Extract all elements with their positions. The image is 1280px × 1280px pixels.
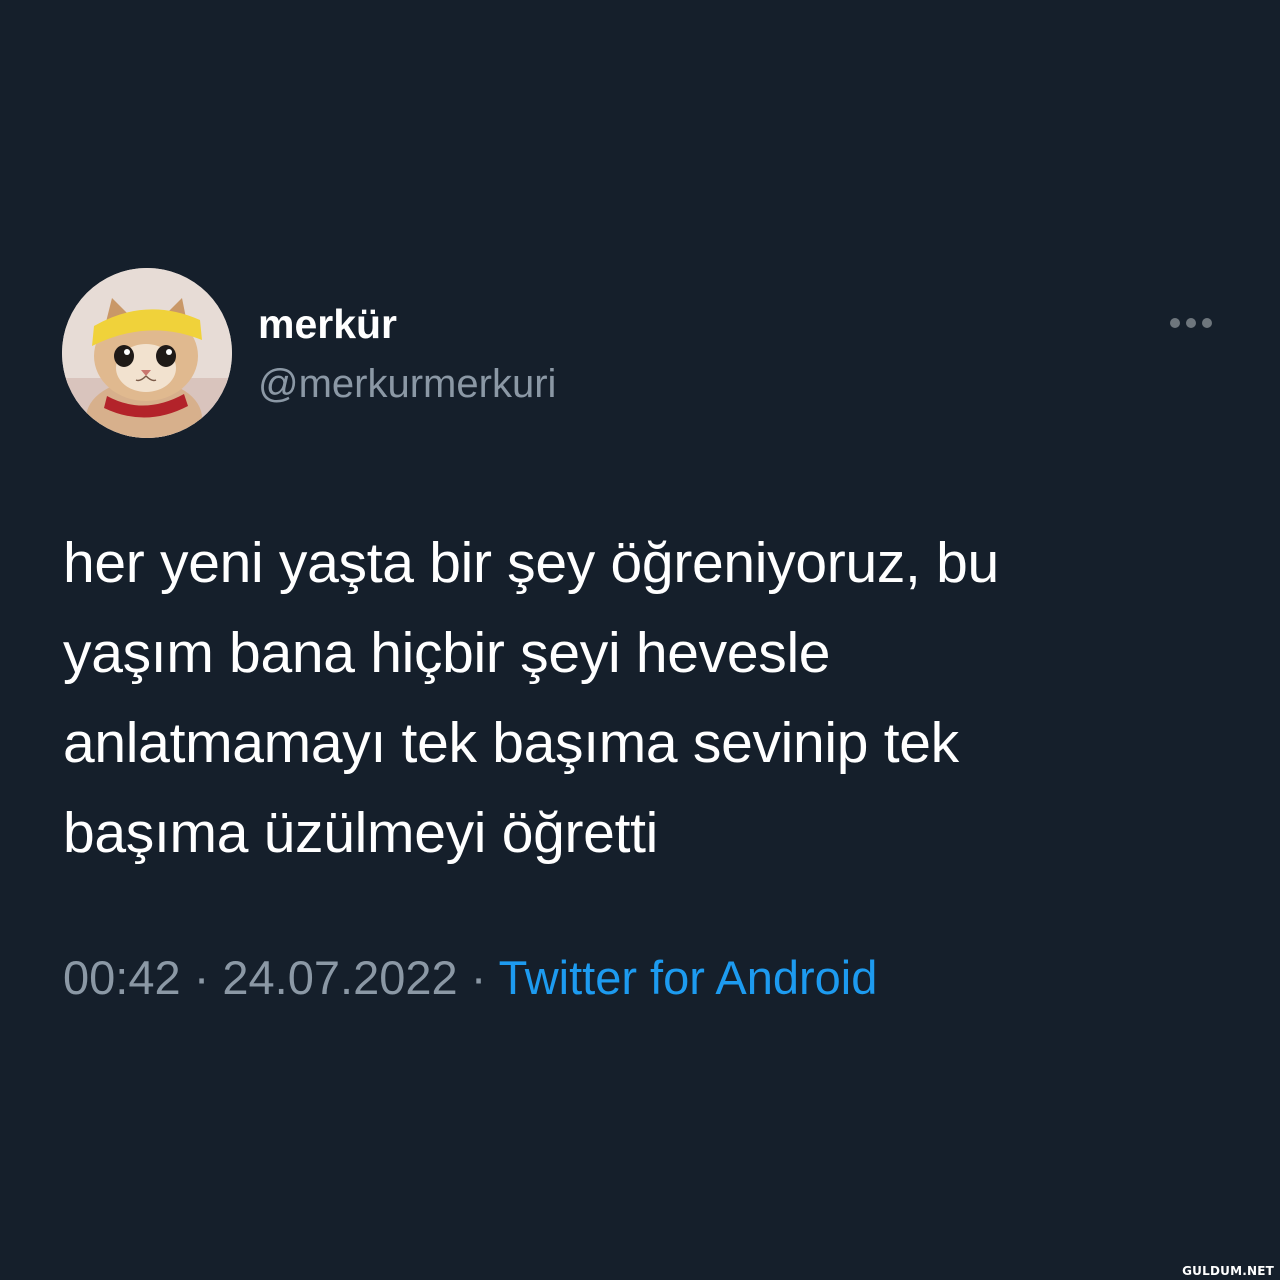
display-name[interactable]: merkür	[258, 300, 397, 348]
tweet-card: merkür @merkurmerkuri her yeni yaşta bir…	[0, 0, 1280, 1280]
user-handle[interactable]: @merkurmerkuri	[258, 360, 556, 408]
tweet-date[interactable]: 24.07.2022	[222, 951, 457, 1004]
tweet-text-line: anlatmamayı tek başıma sevinip tek	[63, 711, 959, 775]
meta-separator: ·	[470, 951, 487, 1004]
tweet-text-line: başıma üzülmeyi öğretti	[63, 801, 659, 865]
more-horizontal-icon[interactable]	[1168, 310, 1214, 336]
tweet-source-link[interactable]: Twitter for Android	[499, 951, 878, 1004]
tweet-time[interactable]: 00:42	[63, 951, 181, 1004]
tweet-text-line: her yeni yaşta bir şey öğreniyoruz, bu	[63, 531, 999, 595]
tweet-text: her yeni yaşta bir şey öğreniyoruz, bu y…	[63, 518, 1223, 878]
kitten-avatar-icon	[62, 268, 232, 438]
meta-separator: ·	[193, 951, 210, 1004]
tweet-metadata: 00:42 · 24.07.2022 · Twitter for Android	[63, 950, 877, 1006]
avatar[interactable]	[62, 268, 232, 438]
tweet-text-line: yaşım bana hiçbir şeyi hevesle	[63, 621, 831, 685]
watermark: GULDUM.NET	[1182, 1264, 1274, 1278]
